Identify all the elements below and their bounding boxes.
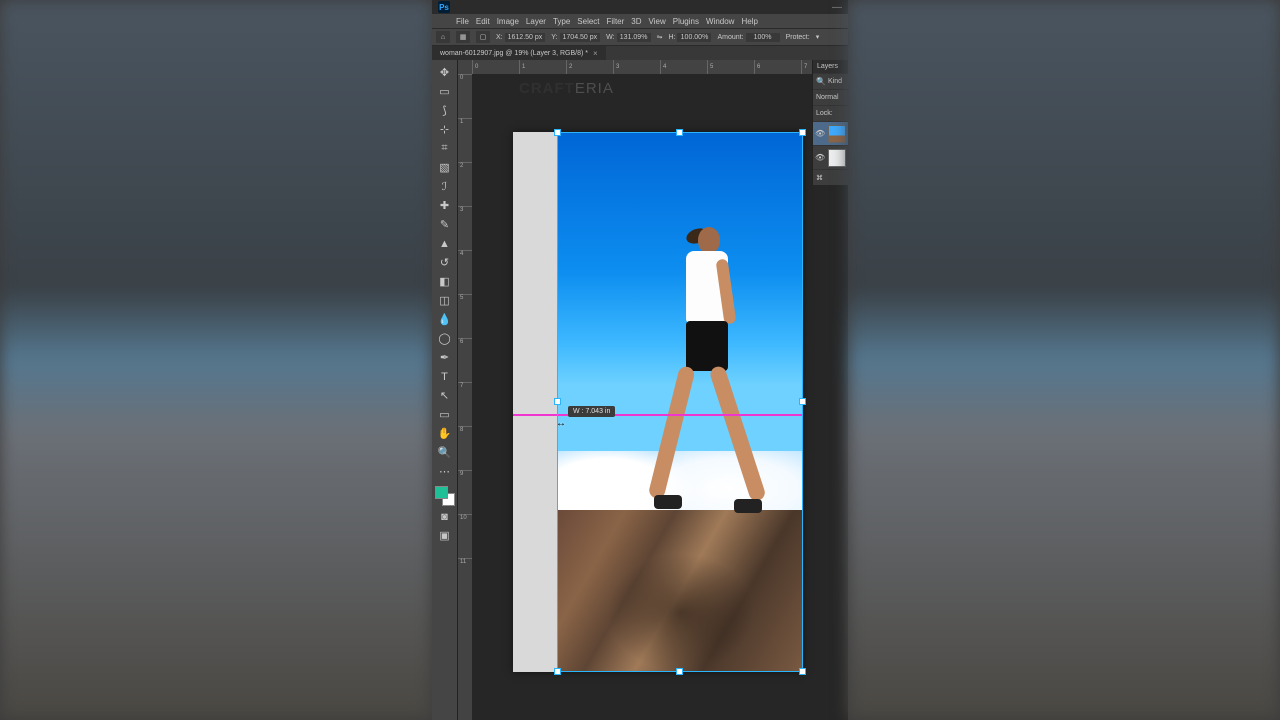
menu-select[interactable]: Select <box>577 17 599 26</box>
photoshop-window: Ps — File Edit Image Layer Type Select F… <box>432 0 848 720</box>
layer-filter-row[interactable]: 🔍 Kind <box>813 73 848 89</box>
w-field[interactable]: 131.09% <box>617 33 651 42</box>
ruler-vertical[interactable]: 01234567891011 <box>458 74 472 720</box>
move-tool-icon[interactable]: ✥ <box>435 64 455 81</box>
x-field[interactable]: 1612.50 px <box>505 33 546 42</box>
transform-width-chip: W : 7.043 in <box>568 406 615 417</box>
link-wh-icon[interactable]: ⇋ <box>657 33 663 41</box>
watermark: CRAFTERIA <box>519 80 614 97</box>
link-layers-icon[interactable]: ⌘ <box>816 174 823 182</box>
resize-cursor-icon: ↔ <box>556 418 566 429</box>
watermark-light: ERIA <box>575 80 614 97</box>
ruler-horizontal[interactable]: 01234567 <box>472 60 848 74</box>
layer-panel-footer: ⌘ <box>813 169 848 185</box>
document-tab[interactable]: woman-6012907.jpg @ 19% (Layer 3, RGB/8)… <box>432 46 606 60</box>
blur-tool-icon[interactable]: 💧 <box>435 311 455 328</box>
visibility-toggle-icon[interactable]: 👁 <box>815 129 825 138</box>
protect-label: Protect: <box>786 34 810 41</box>
h-label: H: <box>668 34 675 41</box>
reference-point-icon[interactable]: ▢ <box>476 31 490 43</box>
menu-type[interactable]: Type <box>553 17 570 26</box>
document-canvas[interactable] <box>513 132 803 672</box>
search-icon: 🔍 <box>816 77 826 86</box>
dodge-tool-icon[interactable]: ◯ <box>435 330 455 347</box>
titlebar: Ps — <box>432 0 848 14</box>
shape-tool-icon[interactable]: ▭ <box>435 406 455 423</box>
minimize-icon[interactable]: — <box>832 2 842 13</box>
type-tool-icon[interactable]: T <box>435 368 455 385</box>
blend-mode-select[interactable]: Normal <box>813 89 848 105</box>
menu-3d[interactable]: 3D <box>631 17 641 26</box>
path-select-tool-icon[interactable]: ↖ <box>435 387 455 404</box>
crop-tool-icon[interactable]: ⌗ <box>435 140 455 157</box>
h-field[interactable]: 100.00% <box>677 33 711 42</box>
options-bar: ⌂ ▦ ▢ X:1612.50 px Y:1704.50 px W:131.09… <box>432 28 848 46</box>
image-layer[interactable] <box>558 132 803 672</box>
menu-bar: File Edit Image Layer Type Select Filter… <box>432 14 848 28</box>
menu-help[interactable]: Help <box>741 17 757 26</box>
wand-tool-icon[interactable]: ⊹ <box>435 121 455 138</box>
horizontal-guide[interactable] <box>513 415 803 416</box>
x-label: X: <box>496 34 503 41</box>
frame-tool-icon[interactable]: ▧ <box>435 159 455 176</box>
zoom-tool-icon[interactable]: 🔍 <box>435 444 455 461</box>
menu-view[interactable]: View <box>649 17 666 26</box>
workspace: ✥ ▭ ⟆ ⊹ ⌗ ▧ ℐ ✚ ✎ ▲ ↺ ◧ ◫ 💧 ◯ ✒ T ↖ ▭ ✋ … <box>432 60 848 720</box>
y-label: Y: <box>551 34 557 41</box>
w-label: W: <box>606 34 614 41</box>
layer-item-background[interactable]: 👁 <box>813 145 848 169</box>
stamp-tool-icon[interactable]: ▲ <box>435 235 455 252</box>
pen-tool-icon[interactable]: ✒ <box>435 349 455 366</box>
shadow-region <box>607 553 754 672</box>
canvas-area[interactable]: 01234567 01234567891011 CRAFTERIA <box>458 60 848 720</box>
hand-tool-icon[interactable]: ✋ <box>435 425 455 442</box>
person-figure <box>656 227 746 547</box>
layers-panel: Layers 🔍 Kind Normal Lock: 👁 👁 ⌘ <box>812 60 848 185</box>
screen-mode-icon[interactable]: ▣ <box>435 527 455 544</box>
amount-label: Amount: <box>717 34 743 41</box>
gradient-tool-icon[interactable]: ◫ <box>435 292 455 309</box>
filter-kind-label: Kind <box>828 78 842 85</box>
brush-tool-icon[interactable]: ✎ <box>435 216 455 233</box>
background-right <box>848 0 1280 720</box>
close-tab-icon[interactable]: × <box>593 49 598 58</box>
y-field[interactable]: 1704.50 px <box>560 33 601 42</box>
document-tab-bar: woman-6012907.jpg @ 19% (Layer 3, RGB/8)… <box>432 46 848 60</box>
amount-field[interactable]: 100% <box>746 33 780 42</box>
menu-plugins[interactable]: Plugins <box>673 17 699 26</box>
menu-window[interactable]: Window <box>706 17 734 26</box>
tool-preset-icon[interactable]: ▦ <box>456 31 470 43</box>
lasso-tool-icon[interactable]: ⟆ <box>435 102 455 119</box>
tools-panel: ✥ ▭ ⟆ ⊹ ⌗ ▧ ℐ ✚ ✎ ▲ ↺ ◧ ◫ 💧 ◯ ✒ T ↖ ▭ ✋ … <box>432 60 458 720</box>
document-tab-label: woman-6012907.jpg @ 19% (Layer 3, RGB/8)… <box>440 50 588 57</box>
menu-image[interactable]: Image <box>497 17 519 26</box>
menu-edit[interactable]: Edit <box>476 17 490 26</box>
menu-file[interactable]: File <box>456 17 469 26</box>
app-logo: Ps <box>438 1 450 13</box>
edit-toolbar-icon[interactable]: ⋯ <box>435 463 455 480</box>
menu-filter[interactable]: Filter <box>607 17 625 26</box>
watermark-bold: CRAFT <box>519 80 575 97</box>
healing-tool-icon[interactable]: ✚ <box>435 197 455 214</box>
marquee-tool-icon[interactable]: ▭ <box>435 83 455 100</box>
layers-tab[interactable]: Layers <box>813 60 848 73</box>
foreground-color-swatch[interactable] <box>435 486 448 499</box>
layer-thumbnail[interactable] <box>828 125 846 143</box>
eraser-tool-icon[interactable]: ◧ <box>435 273 455 290</box>
quickmask-icon[interactable]: ◙ <box>435 508 455 525</box>
color-swatches[interactable] <box>435 486 455 506</box>
background-left <box>0 0 432 720</box>
ruler-corner <box>458 60 472 74</box>
home-icon[interactable]: ⌂ <box>436 31 450 43</box>
lock-row[interactable]: Lock: <box>813 105 848 121</box>
menu-layer[interactable]: Layer <box>526 17 546 26</box>
eyedropper-tool-icon[interactable]: ℐ <box>435 178 455 195</box>
visibility-toggle-icon[interactable]: 👁 <box>815 153 825 162</box>
history-brush-tool-icon[interactable]: ↺ <box>435 254 455 271</box>
layer-item-selected[interactable]: 👁 <box>813 121 848 145</box>
layer-thumbnail[interactable] <box>828 149 846 167</box>
protect-dropdown-icon[interactable]: ▾ <box>816 33 820 41</box>
